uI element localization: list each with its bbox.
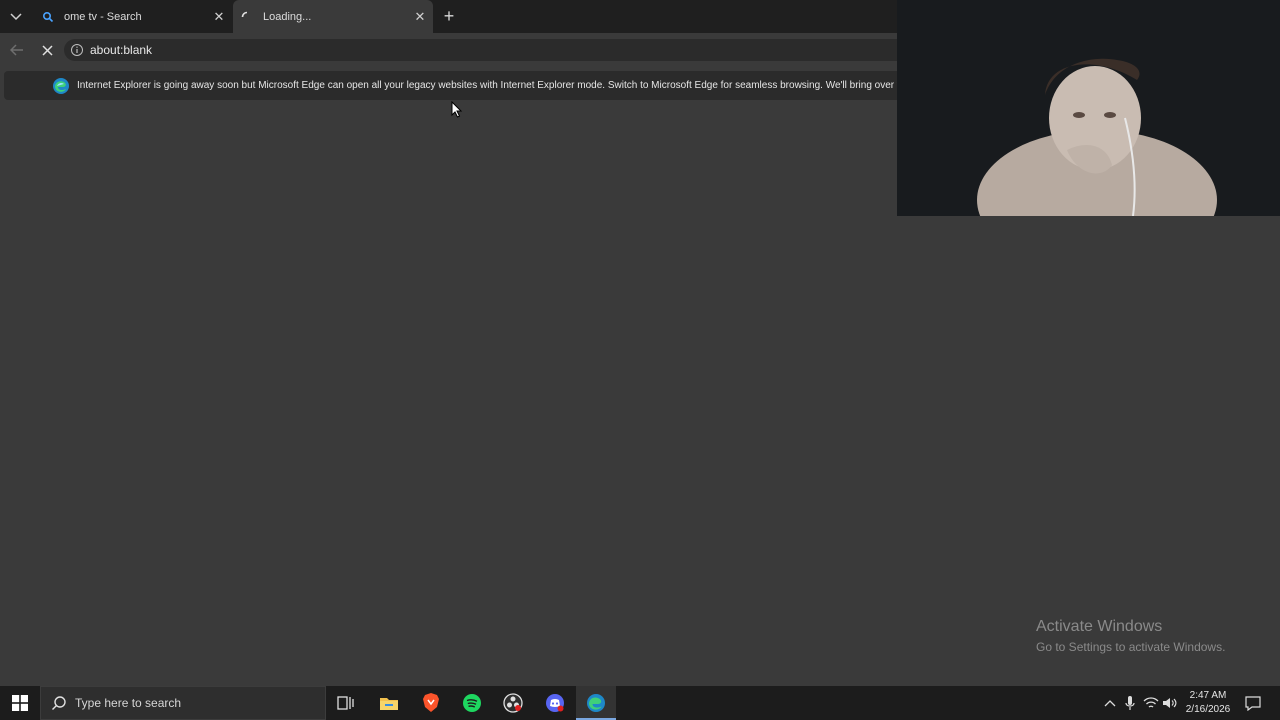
- address-url: about:blank: [90, 43, 153, 57]
- network-icon[interactable]: [1141, 686, 1161, 720]
- search-icon: [40, 9, 56, 25]
- tab-title: ome tv - Search: [64, 10, 142, 23]
- site-info-icon[interactable]: [70, 43, 84, 57]
- edge-icon: [52, 77, 70, 95]
- stop-loading-button[interactable]: [36, 39, 58, 61]
- edge-icon[interactable]: [584, 691, 608, 715]
- tab-title: Loading...: [263, 10, 312, 23]
- start-button[interactable]: [0, 686, 40, 720]
- clock-time: 2:47 AM: [1189, 690, 1227, 701]
- loading-spinner-icon: [239, 9, 255, 25]
- webcam-video: [897, 0, 1280, 216]
- task-view-icon[interactable]: [334, 691, 358, 715]
- screen: ome tv - Search ✕ Loading... ✕ + about:b…: [0, 0, 1280, 720]
- mouse-cursor-icon: [451, 100, 463, 119]
- microphone-icon[interactable]: [1121, 686, 1139, 720]
- tab-loading[interactable]: Loading... ✕: [233, 0, 433, 33]
- search-placeholder: Type here to search: [75, 696, 182, 710]
- search-icon: [51, 695, 67, 711]
- show-hidden-icons-icon[interactable]: [1100, 686, 1120, 720]
- back-button[interactable]: [6, 39, 28, 61]
- clock-date: 2/16/2026: [1185, 704, 1231, 715]
- taskbar-search-box[interactable]: Type here to search: [40, 686, 326, 720]
- watermark-subtitle: Go to Settings to activate Windows.: [1036, 640, 1226, 654]
- close-tab-icon[interactable]: ✕: [411, 8, 429, 26]
- spotify-icon[interactable]: [460, 691, 484, 715]
- infobar-message: Internet Explorer is going away soon but…: [77, 80, 908, 91]
- file-explorer-icon[interactable]: [377, 691, 401, 715]
- taskbar: Type here to search 2:47 AM 2/16/2026: [0, 686, 1280, 720]
- activate-windows-watermark: Activate Windows Go to Settings to activ…: [1036, 618, 1276, 654]
- brave-icon[interactable]: [419, 691, 443, 715]
- tab-actions-menu-icon[interactable]: [4, 5, 28, 29]
- address-bar[interactable]: about:blank: [64, 39, 924, 61]
- volume-icon[interactable]: [1160, 686, 1180, 720]
- obs-icon[interactable]: [501, 691, 525, 715]
- tab-search[interactable]: ome tv - Search ✕: [34, 0, 232, 33]
- taskbar-clock[interactable]: 2:47 AM 2/16/2026: [1180, 689, 1236, 717]
- notifications-icon[interactable]: [1242, 686, 1264, 720]
- watermark-title: Activate Windows: [1036, 618, 1163, 635]
- new-tab-button[interactable]: +: [439, 6, 459, 26]
- close-tab-icon[interactable]: ✕: [210, 8, 228, 26]
- discord-icon[interactable]: [543, 691, 567, 715]
